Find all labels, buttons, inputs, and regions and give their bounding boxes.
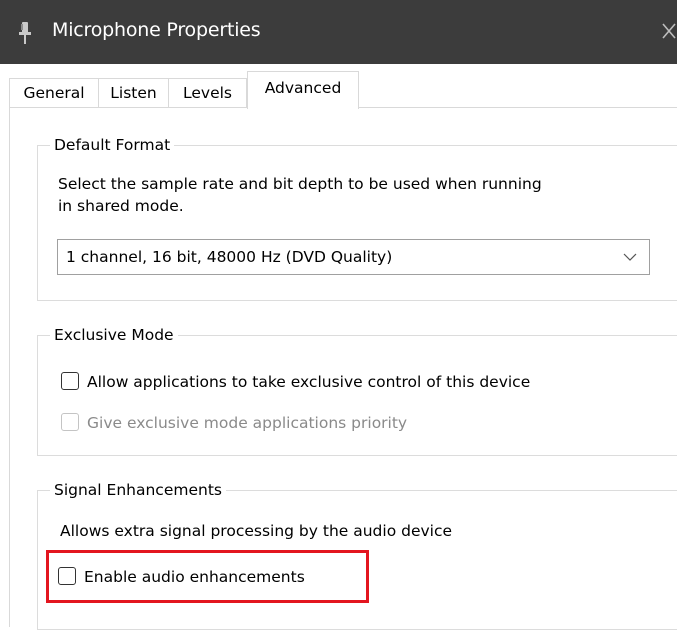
sample-rate-value: 1 channel, 16 bit, 48000 Hz (DVD Quality… [66, 248, 393, 266]
allow-exclusive-checkbox[interactable] [61, 372, 79, 390]
default-format-group: Default Format [37, 134, 677, 301]
microphone-icon [19, 22, 31, 44]
tab-advanced[interactable]: Advanced [247, 71, 359, 109]
default-format-description-line1: Select the sample rate and bit depth to … [58, 175, 542, 193]
default-format-description-line2: in shared mode. [58, 197, 184, 215]
signal-enhancements-description: Allows extra signal processing by the au… [60, 522, 453, 540]
allow-exclusive-label[interactable]: Allow applications to take exclusive con… [87, 371, 530, 393]
exclusive-mode-group: Exclusive Mode [37, 324, 677, 456]
exclusive-priority-checkbox [61, 413, 79, 431]
tab-listen[interactable]: Listen [98, 78, 168, 107]
chevron-down-icon [623, 253, 637, 261]
title-bar: Microphone Properties [0, 0, 677, 64]
window-title: Microphone Properties [52, 19, 261, 41]
tab-general[interactable]: General [9, 78, 98, 107]
close-icon[interactable] [657, 16, 677, 46]
exclusive-mode-heading: Exclusive Mode [50, 324, 178, 346]
tab-levels[interactable]: Levels [168, 78, 247, 107]
highlight-box [46, 550, 369, 603]
signal-enhancements-heading: Signal Enhancements [50, 479, 226, 501]
tab-strip: General Listen Levels Advanced [0, 71, 677, 109]
sample-rate-dropdown[interactable]: 1 channel, 16 bit, 48000 Hz (DVD Quality… [57, 239, 650, 275]
exclusive-priority-label: Give exclusive mode applications priorit… [87, 414, 408, 432]
default-format-heading: Default Format [50, 134, 175, 156]
